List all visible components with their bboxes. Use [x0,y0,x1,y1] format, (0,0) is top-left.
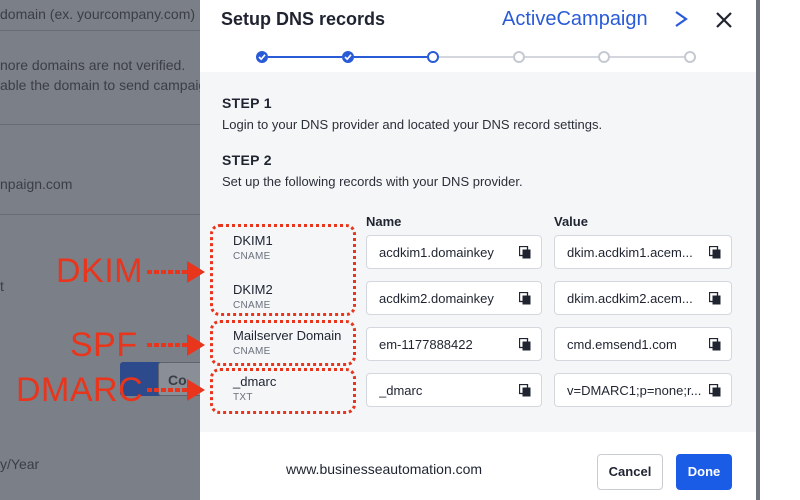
stepper-connector [439,56,513,58]
record-name-value: em-1177888422 [379,337,473,352]
bg-date-format: y/Year [0,456,40,472]
record-value-text: dkim.acdkim1.acem... [567,245,693,260]
brand-chevron-icon [675,11,688,27]
stepper-connector [610,56,684,58]
copy-icon[interactable] [709,292,721,305]
stepper-step-2 [341,51,354,63]
copy-icon[interactable] [519,384,531,397]
close-icon[interactable] [712,8,736,32]
stepper-connector [268,56,342,58]
cancel-button[interactable]: Cancel [597,454,663,490]
check-icon [258,54,266,61]
bg-divider [0,124,210,125]
copy-icon[interactable] [709,246,721,259]
record-value-text: dkim.acdkim2.acem... [567,291,693,306]
stepper-step-4 [512,51,525,63]
step1-description: Login to your DNS provider and located y… [222,117,603,132]
progress-stepper [256,48,696,66]
modal-header: Setup DNS records ActiveCampaign [200,0,756,40]
record-name-value: acdkim2.domainkey [379,291,494,306]
dkim-highlight-box [210,224,356,316]
record-name-value: _dmarc [379,383,423,398]
step2-heading: STEP 2 [222,152,272,168]
stepper-connector [353,56,428,58]
bg-warning-line2: able the domain to send campaig [0,77,207,93]
stepper-step-6 [684,51,696,63]
bg-domain-entry: npaign.com [0,176,73,192]
copy-icon[interactable] [519,292,531,305]
record-value-text: v=DMARC1;p=none;r... [567,383,702,398]
copy-icon[interactable] [519,246,531,259]
copy-icon[interactable] [709,338,721,351]
record-name-field[interactable]: _dmarc [366,373,542,407]
bg-divider [0,214,210,215]
record-name-field[interactable]: acdkim1.domainkey [366,235,542,269]
modal-title: Setup DNS records [221,9,386,29]
dmarc-arrow-icon [147,379,205,401]
value-column-header: Value [554,214,588,229]
record-value-field[interactable]: cmd.emsend1.com [554,327,732,361]
background-right-strip [756,0,800,500]
dkim-annotation-label: DKIM [56,252,143,290]
activecampaign-logo: ActiveCampaign [502,8,648,30]
website-watermark: www.businesseautomation.com [286,461,483,477]
spf-arrow-icon [147,334,205,356]
copy-icon[interactable] [709,384,721,397]
record-value-field[interactable]: v=DMARC1;p=none;r... [554,373,732,407]
step2-description: Set up the following records with your D… [222,174,523,189]
dkim-arrow-icon [147,261,205,283]
record-name-field[interactable]: em-1177888422 [366,327,542,361]
done-button[interactable]: Done [676,454,732,490]
dmarc-highlight-box [210,368,356,414]
bg-divider [0,30,210,31]
record-value-field[interactable]: dkim.acdkim1.acem... [554,235,732,269]
record-name-value: acdkim1.domainkey [379,245,494,260]
bg-domain-placeholder: domain (ex. yourcompany.com) [0,6,196,22]
stepper-step-1 [256,51,268,63]
check-icon [344,54,352,61]
copy-icon[interactable] [519,338,531,351]
modal-footer: www.businesseautomation.com Cancel Done [200,432,756,500]
name-column-header: Name [366,214,402,229]
bg-warning-line1: nore domains are not verified. [0,57,186,73]
record-value-field[interactable]: dkim.acdkim2.acem... [554,281,732,315]
spf-annotation-label: SPF [70,326,138,364]
dmarc-annotation-label: DMARC [16,371,144,409]
bg-letter: t [0,278,4,294]
stepper-step-3 [427,51,440,63]
step1-heading: STEP 1 [222,95,272,111]
stepper-connector [524,56,599,58]
record-name-field[interactable]: acdkim2.domainkey [366,281,542,315]
record-value-text: cmd.emsend1.com [567,337,677,352]
spf-highlight-box [210,320,356,366]
stepper-step-5 [598,51,611,63]
